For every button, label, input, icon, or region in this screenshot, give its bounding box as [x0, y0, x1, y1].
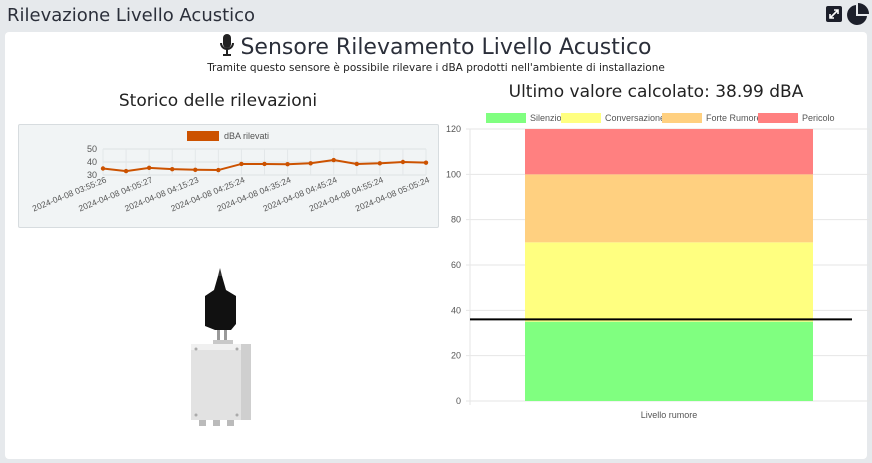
data-point	[100, 166, 106, 171]
bar-segment-forte	[525, 174, 813, 243]
data-point	[170, 166, 175, 172]
page-subtitle: Tramite questo sensore è possibile rilev…	[207, 62, 665, 74]
y-tick-label: 50	[87, 144, 97, 154]
data-point	[216, 167, 221, 173]
legend-swatch-silenzio	[486, 113, 526, 123]
y-tick-label: 0	[456, 396, 461, 406]
data-point	[354, 161, 359, 167]
history-line-chart: dBA rilevati3040502024-04-08 03:55:26202…	[31, 131, 431, 213]
pie-chart-icon[interactable]	[845, 3, 869, 27]
y-tick-label: 40	[87, 157, 97, 167]
data-point	[193, 167, 198, 172]
data-point	[285, 162, 290, 167]
legend-swatch-forte	[662, 113, 702, 123]
history-title: Storico delle rilevazioni	[118, 91, 318, 111]
legend-swatch-pericolo	[758, 113, 798, 123]
data-point	[400, 159, 406, 165]
legend-label-conversazione: Conversazione	[605, 113, 665, 123]
microphone-icon	[220, 34, 235, 62]
y-tick-label: 120	[446, 124, 461, 134]
data-point	[262, 161, 267, 167]
sensor-device-image	[185, 268, 260, 430]
y-tick-label: 80	[451, 215, 461, 225]
y-tick-label: 60	[451, 260, 461, 270]
y-tick-label: 40	[451, 305, 461, 315]
legend-swatch-dba	[187, 131, 219, 141]
noise-level-bar-chart: Silenzio Conversazione Forte Rumore Pericol…	[446, 113, 871, 420]
expand-icon[interactable]	[826, 6, 842, 22]
app-title: Rilevazione Livello Acustico	[7, 5, 256, 26]
data-point	[331, 157, 336, 163]
top-bar: Rilevazione Livello Acustico	[0, 0, 872, 31]
x-tick-label: 2024-04-08 03:55:26	[31, 174, 108, 213]
legend-label-silenzio: Silenzio	[530, 113, 562, 123]
legend-label-dba: dBA rilevati	[224, 131, 269, 141]
data-point	[377, 161, 383, 166]
data-point	[146, 165, 152, 171]
y-tick-label: 100	[446, 169, 461, 179]
data-point	[308, 161, 313, 166]
page-title: Sensore Rilevamento Livello Acustico	[0, 34, 872, 62]
bar-segment-pericolo	[525, 129, 813, 175]
bar-segment-silenzio	[525, 321, 813, 401]
data-point	[423, 160, 429, 165]
noise-level-chart-panel: Silenzio Conversazione Forte Rumore Pericol…	[440, 108, 872, 448]
history-chart-panel: dBA rilevati 30 40 50 2024-04-08 03:55:26 202…	[18, 124, 439, 228]
page-title-text: Sensore Rilevamento Livello Acustico	[240, 35, 652, 60]
y-tick-label: 20	[451, 351, 461, 361]
legend-label-pericolo: Pericolo	[802, 113, 835, 123]
legend-swatch-conversazione	[561, 113, 601, 123]
data-point	[239, 161, 244, 167]
legend-label-forte: Forte Rumore	[706, 113, 762, 123]
last-value-title: Ultimo valore calcolato: 38.99 dBA	[508, 82, 804, 102]
data-point	[123, 168, 129, 174]
bar-segment-conversazione	[525, 242, 813, 322]
x-category-label: Livello rumore	[641, 410, 698, 420]
